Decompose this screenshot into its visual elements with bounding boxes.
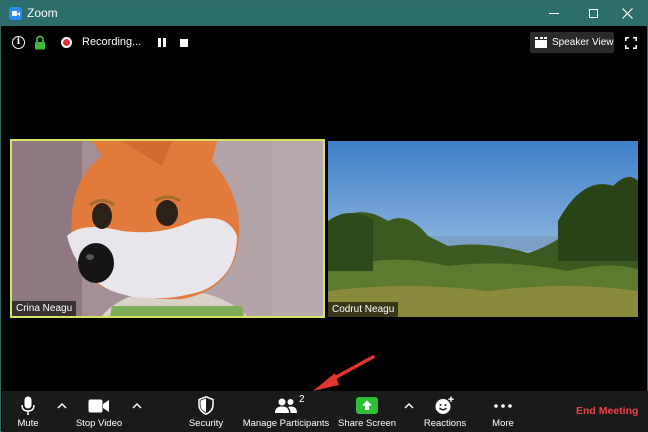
stop-video-button[interactable]: Stop Video [72, 391, 126, 432]
reactions-button[interactable]: Reactions [422, 391, 468, 432]
speaker-view-button[interactable]: Speaker View [530, 32, 614, 53]
share-screen-label: Share Screen [338, 418, 397, 429]
minimize-button[interactable] [534, 1, 574, 26]
close-icon [621, 8, 633, 19]
mute-button[interactable]: Mute [8, 391, 48, 432]
maximize-icon [588, 9, 598, 18]
manage-participants-label: Manage Participants [242, 418, 330, 429]
mute-label: Mute [17, 418, 39, 429]
fullscreen-icon[interactable] [625, 37, 637, 49]
more-button[interactable]: More [484, 391, 522, 432]
encryption-lock-icon[interactable] [34, 35, 46, 50]
microphone-icon [21, 396, 35, 415]
recording-status: Recording... [82, 36, 142, 48]
zoom-window: Zoom i Recording... Speaker View Crina N… [0, 0, 648, 432]
meeting-info-icon[interactable]: i [12, 36, 25, 49]
minimize-icon [549, 13, 559, 14]
speaker-view-label: Speaker View [552, 37, 614, 48]
title-bar: Zoom [1, 1, 647, 26]
share-screen-button[interactable]: Share Screen [338, 391, 396, 432]
manage-participants-button[interactable]: 2 Manage Participants [239, 391, 333, 432]
video-tile-active-speaker[interactable]: Crina Neagu [10, 139, 325, 318]
participant-video-fox-plush [12, 141, 323, 316]
reactions-label: Reactions [423, 418, 467, 429]
zoom-app-icon [9, 7, 22, 20]
participant-video-landscape [328, 141, 638, 317]
share-screen-arrow-icon [356, 397, 378, 414]
participant-name-tag: Crina Neagu [12, 301, 77, 316]
pause-recording-icon[interactable] [158, 38, 166, 47]
stop-video-label: Stop Video [75, 418, 123, 429]
share-options-chevron-up-icon[interactable] [404, 402, 414, 410]
participants-icon [275, 398, 297, 413]
video-options-chevron-up-icon[interactable] [132, 402, 142, 410]
stop-recording-icon[interactable] [180, 39, 188, 47]
speaker-view-icon [535, 37, 547, 48]
participant-name-tag: Codrut Neagu [328, 302, 399, 317]
security-button[interactable]: Security [184, 391, 228, 432]
video-tile-participant[interactable]: Codrut Neagu [328, 141, 638, 317]
more-label: More [492, 418, 514, 429]
close-button[interactable] [607, 1, 647, 26]
security-label: Security [188, 418, 224, 429]
window-title: Zoom [27, 6, 58, 20]
end-meeting-button[interactable]: End Meeting [576, 405, 638, 417]
audio-options-chevron-up-icon[interactable] [57, 402, 67, 410]
participant-count-badge: 2 [299, 394, 305, 405]
more-options-icon [494, 404, 512, 408]
shield-icon [198, 396, 214, 415]
emoji-reaction-icon [435, 396, 454, 414]
video-camera-icon [88, 399, 109, 413]
recording-icon [61, 37, 72, 48]
meeting-controls-bar: Mute Stop Video Security 2 Manage Partic… [2, 391, 648, 432]
